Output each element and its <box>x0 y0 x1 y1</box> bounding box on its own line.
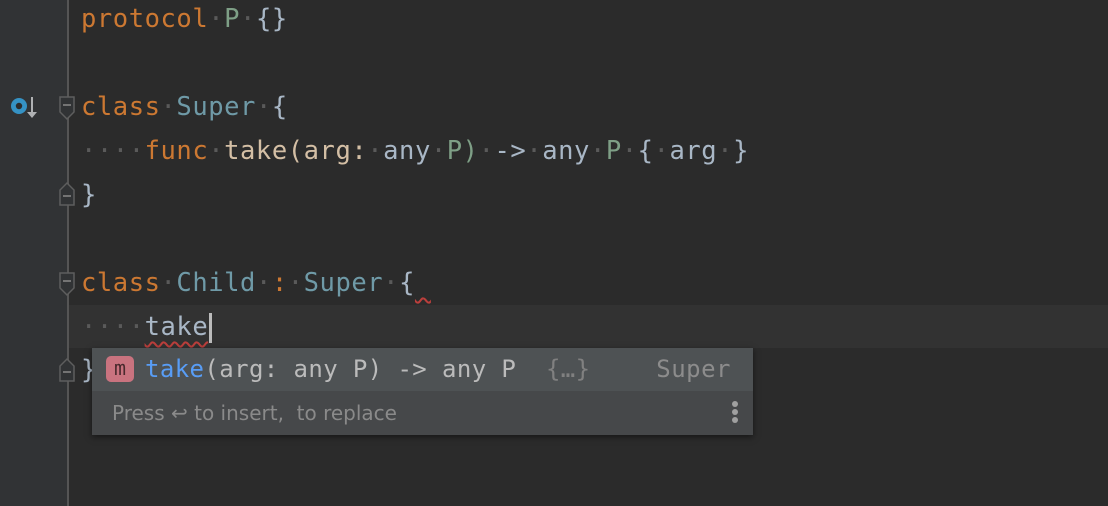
fold-end-icon[interactable] <box>59 181 75 207</box>
any-keyword: any <box>383 136 431 166</box>
class-name: Child <box>176 268 256 298</box>
whitespace-dot: · <box>717 136 734 166</box>
any-keyword: any <box>542 136 590 166</box>
function-name: take <box>224 136 288 166</box>
brace: { <box>399 268 415 298</box>
text-caret <box>209 313 213 343</box>
whitespace-dot: · <box>526 136 543 166</box>
indent-dots: ···· <box>81 136 145 166</box>
type-name: P <box>605 136 622 166</box>
completion-owner: Super <box>656 355 731 383</box>
code-line-1[interactable]: protocol·P·{} <box>81 0 288 41</box>
code-line-8[interactable]: ····take <box>81 305 213 349</box>
whitespace-dot: · <box>208 4 225 34</box>
fold-end-icon[interactable] <box>59 357 75 383</box>
brace: } <box>81 180 97 210</box>
whitespace-dot: · <box>160 92 177 122</box>
fold-start-icon[interactable] <box>59 272 75 298</box>
completion-params: (arg: any P) -> any P <box>204 355 517 383</box>
whitespace-dot: · <box>160 268 177 298</box>
brace: } <box>733 136 749 166</box>
param: (arg: <box>287 136 368 166</box>
completion-item-selected[interactable]: m take(arg: any P) -> any P {…} Super <box>92 348 753 391</box>
arrow: -> <box>494 136 527 166</box>
whitespace-dot: · <box>478 136 495 166</box>
whitespace-dot: · <box>287 268 304 298</box>
code-line-4[interactable]: ····func·take(arg:·any·P)·->·any·P·{·arg… <box>81 129 749 173</box>
overridden-method-icon[interactable] <box>9 94 41 120</box>
superclass-name: Super <box>303 268 384 298</box>
method-icon: m <box>106 356 134 382</box>
brace: { <box>637 136 654 166</box>
completion-popup: m take(arg: any P) -> any P {…} Super Pr… <box>92 348 753 435</box>
class-name: Super <box>176 92 256 122</box>
current-line-highlight <box>69 305 1108 348</box>
whitespace-dot: · <box>208 136 225 166</box>
type-name: P <box>224 4 241 34</box>
editor-gutter <box>0 0 68 506</box>
completion-footer: Press ↩ to insert, to replace <box>92 391 753 435</box>
whitespace-dot: · <box>430 136 447 166</box>
kebab-menu-icon[interactable] <box>731 401 739 427</box>
identifier: arg <box>669 136 718 166</box>
completion-body-hint: {…} <box>545 355 591 383</box>
keyword: func <box>144 136 209 166</box>
whitespace-dot: · <box>255 268 272 298</box>
keyword: class <box>81 268 161 298</box>
brace: { <box>271 92 288 122</box>
whitespace-dot: · <box>367 136 384 166</box>
indent-dots: ···· <box>81 312 145 342</box>
completion-signature: take(arg: any P) -> any P {…} <box>145 348 591 390</box>
error-marker <box>415 268 431 298</box>
whitespace-dot: · <box>383 268 400 298</box>
fold-start-icon[interactable] <box>59 96 75 122</box>
whitespace-dot: · <box>255 92 272 122</box>
keyword: protocol <box>81 4 209 34</box>
code-line-5[interactable]: } <box>81 173 97 217</box>
whitespace-dot: · <box>589 136 606 166</box>
completion-name: take <box>145 355 205 383</box>
whitespace-dot: · <box>653 136 670 166</box>
braces: {} <box>255 4 288 34</box>
colon: : <box>271 268 288 298</box>
completion-hint-text: Press ↩ to insert, to replace <box>112 401 397 425</box>
code-line-7[interactable]: class·Child·:·Super·{ <box>81 261 431 305</box>
keyword: class <box>81 92 161 122</box>
type-name: P) <box>446 136 479 166</box>
typed-text: take <box>144 312 209 342</box>
whitespace-dot: · <box>621 136 638 166</box>
whitespace-dot: · <box>240 4 256 34</box>
gutter-divider <box>67 0 69 506</box>
code-line-3[interactable]: class·Super·{ <box>81 85 288 129</box>
